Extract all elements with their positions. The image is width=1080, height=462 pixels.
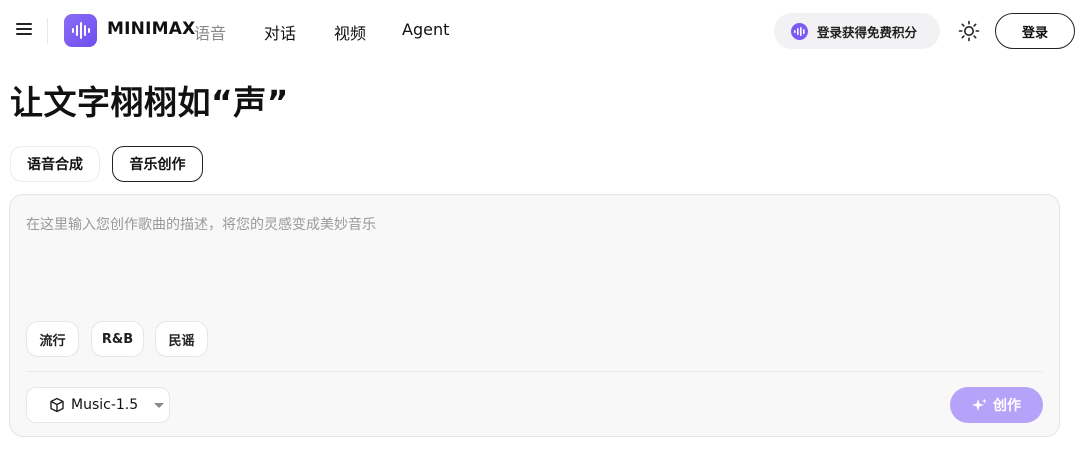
free-credits-label: 登录获得免费积分 <box>817 24 918 40</box>
page-title: 让文字栩栩如“声” <box>10 83 289 122</box>
free-credits-button[interactable]: 登录获得免费积分 <box>774 13 940 49</box>
create-button-label: 创作 <box>993 398 1021 414</box>
style-chip-pop[interactable]: 流行 <box>26 321 79 357</box>
top-nav: MINIMAX 语音 对话 视频 Agent 登录获得免费积分 登录 <box>0 0 1080 62</box>
waveform-logo-icon[interactable] <box>64 14 97 47</box>
nav-item-dialog[interactable]: 对话 <box>264 20 296 44</box>
song-composer: 流行 R&B 民谣 Music-1.5 创作 <box>9 194 1060 437</box>
brand-name[interactable]: MINIMAX <box>107 19 195 39</box>
nav-item-agent[interactable]: Agent <box>402 20 449 39</box>
style-chip-rnb[interactable]: R&B <box>91 321 144 357</box>
caret-down-icon <box>154 402 165 408</box>
login-button[interactable]: 登录 <box>995 13 1075 49</box>
sun-icon[interactable] <box>958 20 980 42</box>
menu-icon[interactable] <box>14 20 34 40</box>
tab-speech-synthesis[interactable]: 语音合成 <box>10 146 100 182</box>
style-chip-folk[interactable]: 民谣 <box>155 321 208 357</box>
model-select-value: Music-1.5 <box>71 397 139 413</box>
create-button[interactable]: 创作 <box>950 387 1043 423</box>
cube-icon <box>50 397 64 413</box>
nav-item-video[interactable]: 视频 <box>334 20 366 44</box>
song-description-input[interactable] <box>26 215 1036 305</box>
tab-music-creation[interactable]: 音乐创作 <box>112 146 203 182</box>
header-divider <box>47 18 48 44</box>
brand-subtitle: 语音 <box>194 24 227 43</box>
model-select[interactable]: Music-1.5 <box>26 387 170 423</box>
composer-divider <box>26 371 1043 372</box>
waveform-icon <box>791 22 808 40</box>
sparkle-icon <box>972 398 987 411</box>
